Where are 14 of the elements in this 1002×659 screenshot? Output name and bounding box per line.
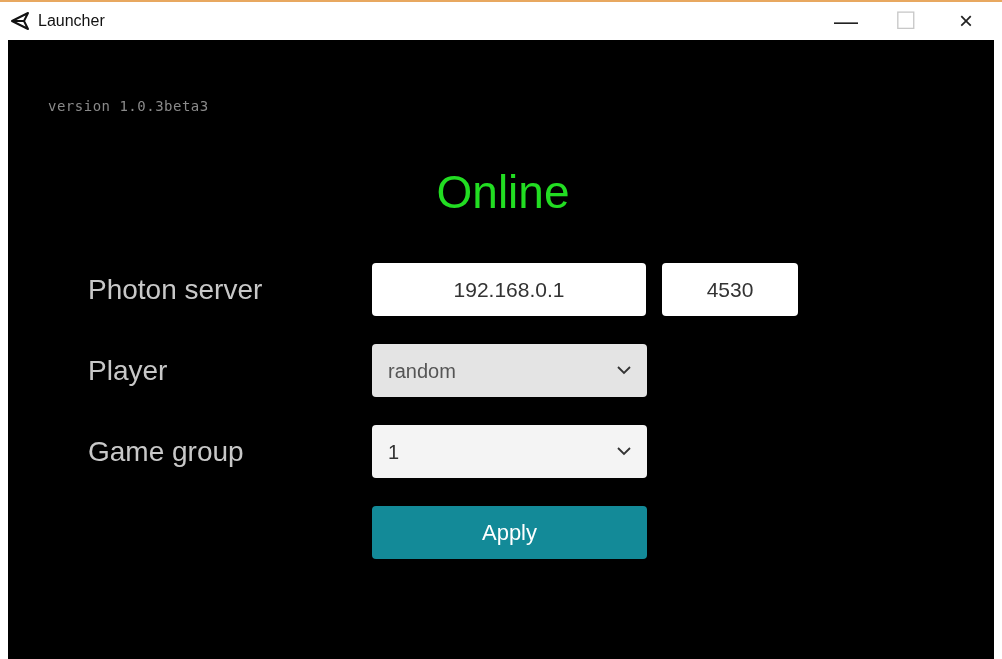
field-label: Photon server — [88, 272, 264, 307]
apply-button[interactable]: Apply — [372, 506, 647, 559]
dropdown[interactable]: 1 — [372, 425, 647, 478]
field-label: Game group — [88, 434, 245, 469]
chevron-down-icon — [617, 366, 631, 375]
field-label: Player — [88, 353, 169, 388]
window-title: Launcher — [38, 11, 105, 31]
chevron-down-icon — [617, 447, 631, 456]
version-label: version 1.0.3beta3 — [48, 97, 209, 116]
status-label: Online — [436, 165, 570, 219]
input-field[interactable]: 192.168.0.1 — [372, 263, 646, 316]
minimize-button[interactable]: — — [816, 2, 876, 41]
close-button[interactable]: × — [936, 2, 996, 41]
input-field[interactable]: 4530 — [662, 263, 798, 316]
